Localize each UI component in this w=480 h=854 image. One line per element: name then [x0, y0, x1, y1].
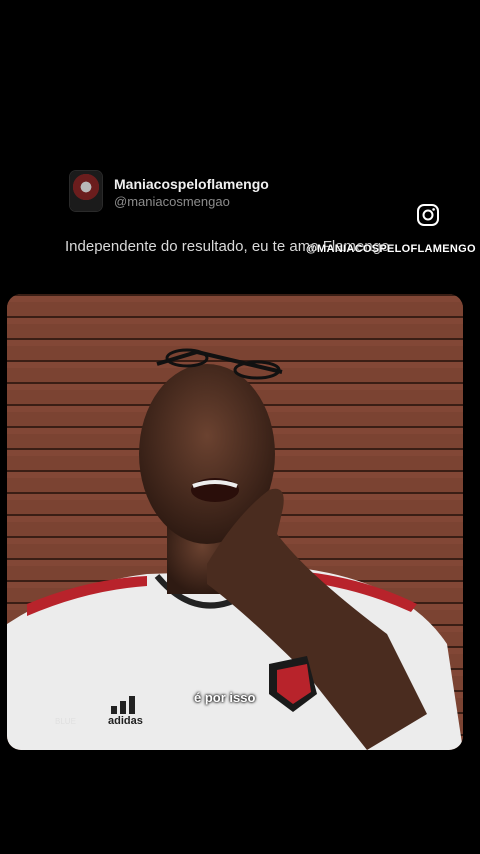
instagram-icon[interactable] — [416, 203, 440, 227]
video-scene: adidas — [7, 294, 463, 750]
watermark-handle: @MANIACOSPELOFLAMENGO — [306, 243, 476, 255]
jersey-brand-text: adidas — [108, 715, 143, 727]
author-name[interactable]: Maniacospeloflamengo — [114, 176, 269, 192]
author-handle[interactable]: @maniacosmengao — [114, 194, 230, 209]
author-avatar[interactable] — [70, 171, 102, 211]
video-caption: é por isso — [194, 690, 256, 705]
video-frame[interactable]: adidas — [7, 294, 463, 750]
video-corner-mark: BLUE — [55, 717, 76, 726]
